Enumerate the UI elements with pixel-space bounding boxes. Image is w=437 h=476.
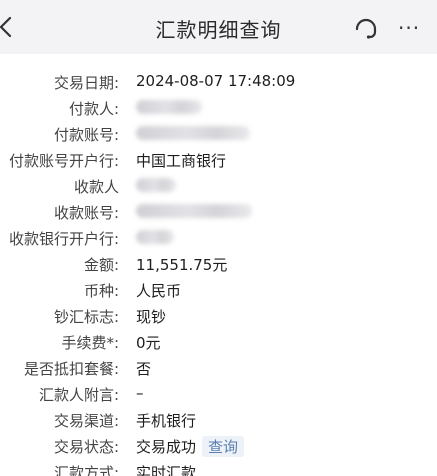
detail-row-package-deduct: 是否抵扣套餐: 否 <box>0 356 437 382</box>
detail-value-redacted <box>136 202 252 220</box>
status-query-link[interactable]: 查询 <box>202 436 245 457</box>
detail-value: 人民币 <box>136 282 182 300</box>
detail-row-fee: 手续费*: 0元 <box>0 330 437 356</box>
detail-row-status: 交易状态: 交易成功 查询 <box>0 434 437 460</box>
detail-label: 是否抵扣套餐: <box>23 360 119 378</box>
detail-row-payer-bank: 付款账号开户行: 中国工商银行 <box>0 148 437 174</box>
detail-row-remitter-note: 汇款人附言: – <box>0 382 437 408</box>
redacted-mask <box>136 125 250 140</box>
detail-value: – <box>136 384 144 402</box>
more-options-icon[interactable]: ··· <box>398 18 420 38</box>
detail-list: 交易日期: 2024-08-07 17:48:09 付款人: 付款账号: 付款账… <box>0 70 437 476</box>
detail-label: 交易状态: <box>53 438 119 456</box>
detail-row-payee-account: 收款账号: <box>0 200 437 226</box>
redacted-mask <box>136 203 252 218</box>
detail-row-payer-account: 付款账号: <box>0 122 437 148</box>
detail-row-trade-date: 交易日期: 2024-08-07 17:48:09 <box>0 70 437 96</box>
detail-label: 钞汇标志: <box>53 308 119 326</box>
detail-label: 交易日期: <box>53 74 119 92</box>
detail-label: 汇款人附言: <box>38 386 119 404</box>
detail-label: 币种: <box>83 282 119 300</box>
detail-row-channel: 交易渠道: 手机银行 <box>0 408 437 434</box>
detail-value-group: 交易成功 查询 <box>136 436 245 457</box>
detail-value: 现钞 <box>136 308 167 326</box>
detail-row-payer: 付款人: <box>0 96 437 122</box>
detail-value-redacted <box>136 124 250 142</box>
detail-row-amount: 金额: 11,551.75元 <box>0 252 437 278</box>
detail-label: 收款账号: <box>53 204 119 222</box>
detail-label: 交易渠道: <box>53 412 119 430</box>
remittance-detail-page: 汇款明细查询 ··· 交易日期: 2024-08-07 17:48:09 付款人… <box>0 0 437 476</box>
customer-service-icon[interactable] <box>352 13 380 43</box>
detail-value: 2024-08-07 17:48:09 <box>136 72 296 90</box>
detail-label: 付款账号: <box>53 126 119 144</box>
detail-value-redacted <box>136 98 202 116</box>
detail-value: 实时汇款 <box>136 464 197 476</box>
detail-label: 汇款方式: <box>53 464 119 476</box>
status-text: 交易成功 <box>136 438 197 456</box>
detail-value: 中国工商银行 <box>136 152 227 170</box>
detail-label: 金额: <box>83 256 119 274</box>
redacted-mask <box>136 177 176 192</box>
top-bar: 汇款明细查询 ··· <box>0 0 437 54</box>
detail-row-payee-bank: 收款银行开户行: <box>0 226 437 252</box>
detail-value-redacted <box>136 228 174 246</box>
detail-label: 收款人 <box>73 178 119 196</box>
redacted-mask <box>136 99 202 114</box>
detail-label: 收款银行开户行: <box>8 230 119 248</box>
redacted-mask <box>136 229 174 244</box>
detail-label: 手续费*: <box>61 334 119 352</box>
detail-row-cash-flag: 钞汇标志: 现钞 <box>0 304 437 330</box>
detail-value: 手机银行 <box>136 412 197 430</box>
detail-row-payee: 收款人 <box>0 174 437 200</box>
detail-label: 付款账号开户行: <box>8 152 119 170</box>
detail-value: 否 <box>136 360 152 378</box>
detail-value-redacted <box>136 176 176 194</box>
detail-row-method: 汇款方式: 实时汇款 <box>0 460 437 476</box>
detail-value: 11,551.75元 <box>136 256 228 274</box>
detail-row-currency: 币种: 人民币 <box>0 278 437 304</box>
detail-value: 0元 <box>136 334 161 352</box>
detail-label: 付款人: <box>68 100 119 118</box>
